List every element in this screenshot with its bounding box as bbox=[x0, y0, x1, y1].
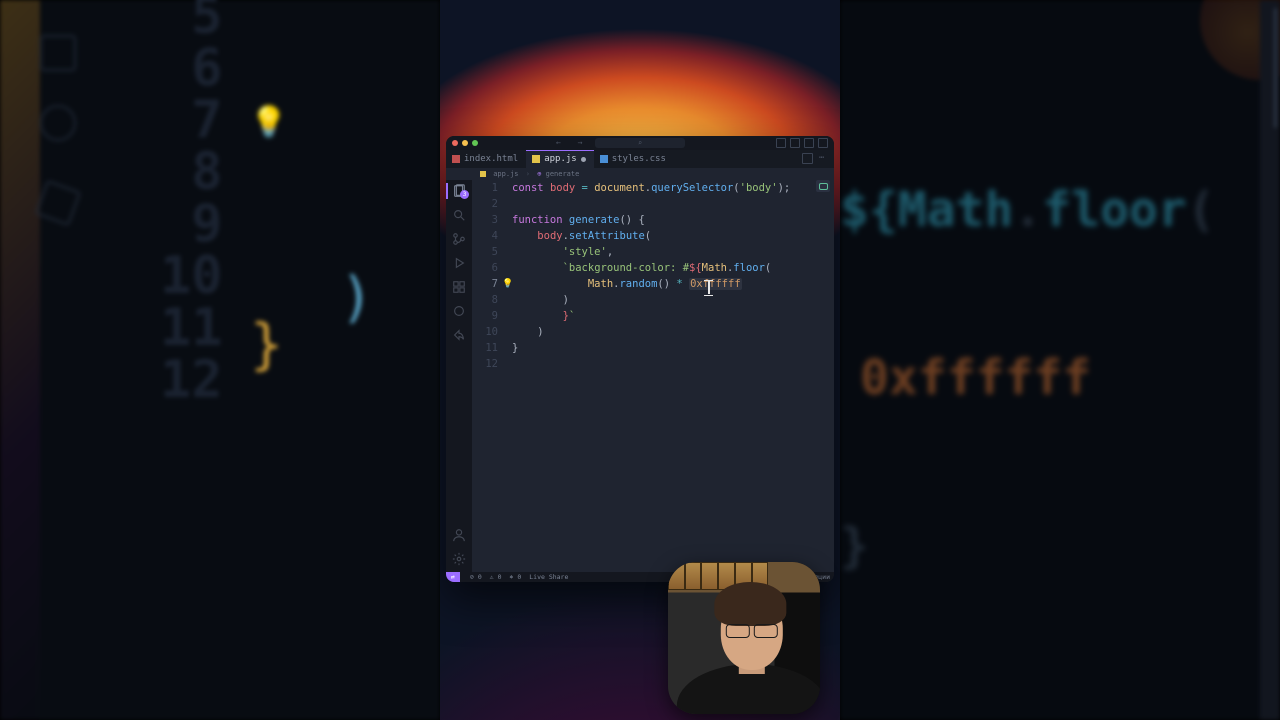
window-controls[interactable] bbox=[452, 140, 478, 146]
extensions-icon[interactable] bbox=[452, 280, 466, 294]
liveshare-icon[interactable] bbox=[452, 328, 466, 342]
maximize-window-button[interactable] bbox=[472, 140, 478, 146]
layout-custom-icon[interactable] bbox=[818, 138, 828, 148]
js-file-icon bbox=[480, 171, 486, 177]
layout-left-icon[interactable] bbox=[776, 138, 786, 148]
bg-line-numbers: 5 6 7 8 9 10 11 12 bbox=[0, 0, 223, 406]
explorer-badge: 3 bbox=[460, 190, 469, 199]
code-line: 3function generate() { bbox=[472, 212, 834, 228]
bg-lightbulb-icon: 💡 bbox=[250, 105, 287, 140]
code-line: 2 bbox=[472, 196, 834, 212]
text-cursor-icon bbox=[704, 280, 714, 296]
accounts-icon[interactable] bbox=[452, 528, 466, 542]
more-actions-icon[interactable]: ⋯ bbox=[819, 153, 828, 162]
code-line: 6 `background-color: #${Math.floor( bbox=[472, 260, 834, 276]
split-editor-icon[interactable] bbox=[802, 153, 813, 164]
tab-styles-css[interactable]: styles.css bbox=[594, 150, 674, 168]
bg-brace: } bbox=[250, 312, 283, 376]
layout-bottom-icon[interactable] bbox=[790, 138, 800, 148]
source-control-icon[interactable] bbox=[452, 232, 466, 246]
layout-right-icon[interactable] bbox=[804, 138, 814, 148]
search-icon[interactable] bbox=[452, 208, 466, 222]
copilot-icon[interactable] bbox=[452, 304, 466, 318]
tab-label: index.html bbox=[464, 154, 518, 164]
code-line-current: 7💡 Math.random() * 0xffffff bbox=[472, 276, 834, 292]
vertical-video-column: ← → ⌕ index.html app.js styles.cs bbox=[440, 0, 840, 720]
webcam-overlay bbox=[668, 562, 820, 714]
remote-indicator[interactable]: ⇄ bbox=[446, 572, 460, 582]
bg-code-zoom: ${Math.floor( 0xffffff } bbox=[840, 70, 1216, 686]
run-debug-icon[interactable] bbox=[452, 256, 466, 270]
status-liveshare[interactable]: Live Share bbox=[529, 573, 568, 581]
code-editor[interactable]: 1const body = document.querySelector('bo… bbox=[472, 180, 834, 572]
code-line: 11} bbox=[472, 340, 834, 356]
nav-arrows[interactable]: ← → bbox=[556, 138, 588, 147]
presenter-avatar bbox=[687, 594, 817, 714]
command-center-search[interactable]: ⌕ bbox=[595, 138, 685, 148]
tab-actions: ⋯ bbox=[802, 153, 828, 164]
tab-label: styles.css bbox=[612, 154, 666, 164]
minimize-window-button[interactable] bbox=[462, 140, 468, 146]
bg-right-panel: ${Math.floor( 0xffffff } bbox=[840, 0, 1280, 720]
layout-controls[interactable] bbox=[776, 138, 828, 148]
vscode-window: ← → ⌕ index.html app.js styles.cs bbox=[446, 136, 834, 582]
status-warnings[interactable]: ⚠ 0 bbox=[490, 573, 502, 581]
breadcrumb-file[interactable]: app.js bbox=[493, 170, 518, 178]
settings-gear-icon[interactable] bbox=[452, 552, 466, 566]
code-line: 12 bbox=[472, 356, 834, 372]
status-errors[interactable]: ⊘ 0 bbox=[470, 573, 482, 581]
code-line: 1const body = document.querySelector('bo… bbox=[472, 180, 834, 196]
code-line: 9 }` bbox=[472, 308, 834, 324]
tab-index-html[interactable]: index.html bbox=[446, 150, 526, 168]
activity-bar: 3 bbox=[446, 180, 472, 572]
css-file-icon bbox=[600, 155, 608, 163]
close-window-button[interactable] bbox=[452, 140, 458, 146]
window-titlebar[interactable]: ← → ⌕ bbox=[446, 136, 834, 150]
editor-tabs: index.html app.js styles.css ⋯ bbox=[446, 150, 834, 168]
status-ports[interactable]: ⎈ 0 bbox=[510, 573, 522, 581]
tab-label: app.js bbox=[544, 154, 577, 164]
breadcrumb[interactable]: app.js › ⊕ generate bbox=[446, 168, 834, 180]
inline-suggestion[interactable]: 0xffffff bbox=[689, 278, 742, 290]
code-line: 8 ) bbox=[472, 292, 834, 308]
bg-left-panel: 5 6 7 8 9 10 11 12 💡 ) } bbox=[0, 0, 440, 720]
code-line: 4 body.setAttribute( bbox=[472, 228, 834, 244]
breadcrumb-symbol[interactable]: generate bbox=[546, 170, 580, 178]
tab-app-js[interactable]: app.js bbox=[526, 150, 594, 168]
code-line: 5 'style', bbox=[472, 244, 834, 260]
unsaved-dot-icon bbox=[581, 157, 586, 162]
html-file-icon bbox=[452, 155, 460, 163]
bg-paren: ) bbox=[340, 265, 373, 329]
js-file-icon bbox=[532, 155, 540, 163]
code-line: 10 ) bbox=[472, 324, 834, 340]
